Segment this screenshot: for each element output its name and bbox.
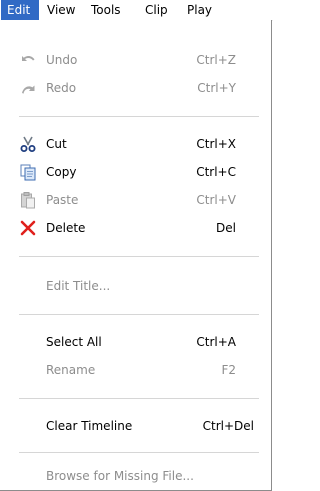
menu-item-delete[interactable]: Delete Del <box>0 216 271 240</box>
browse-missing-label: Browse for Missing File... <box>46 469 194 483</box>
undo-shortcut: Ctrl+Z <box>196 53 236 67</box>
separator <box>19 256 259 257</box>
menubar-view[interactable]: View <box>47 0 75 20</box>
rename-shortcut: F2 <box>221 363 236 377</box>
delete-x-icon <box>19 219 37 237</box>
undo-icon <box>19 51 37 69</box>
edit-dropdown: Undo Ctrl+Z Redo Ctrl+Y Cut Ctrl+X Copy … <box>0 20 272 491</box>
paste-icon <box>19 191 37 209</box>
separator <box>19 116 259 117</box>
menubar-edit[interactable]: Edit <box>1 0 39 20</box>
redo-label: Redo <box>46 81 77 95</box>
separator <box>19 398 259 399</box>
menu-item-cut[interactable]: Cut Ctrl+X <box>0 132 271 156</box>
menubar-play[interactable]: Play <box>187 0 212 20</box>
delete-label: Delete <box>46 221 86 235</box>
rename-label: Rename <box>46 363 96 377</box>
copy-icon <box>19 163 37 181</box>
paste-label: Paste <box>46 193 79 207</box>
cut-shortcut: Ctrl+X <box>196 137 236 151</box>
redo-icon <box>19 79 37 97</box>
menu-item-select-all[interactable]: Select All Ctrl+A <box>0 330 271 354</box>
select-all-label: Select All <box>46 335 102 349</box>
cut-label: Cut <box>46 137 67 151</box>
menu-bar: Edit View Tools Clip Play <box>0 0 273 21</box>
redo-shortcut: Ctrl+Y <box>197 81 236 95</box>
separator <box>19 452 259 453</box>
menu-item-redo[interactable]: Redo Ctrl+Y <box>0 76 271 100</box>
edit-menu-screenshot: Edit View Tools Clip Play Undo Ctrl+Z Re… <box>0 0 273 491</box>
select-all-shortcut: Ctrl+A <box>196 335 236 349</box>
menubar-clip[interactable]: Clip <box>145 0 168 20</box>
menu-item-clear-timeline[interactable]: Clear Timeline Ctrl+Del <box>0 414 271 438</box>
menu-item-browse-missing-file[interactable]: Browse for Missing File... <box>0 464 271 488</box>
copy-shortcut: Ctrl+C <box>196 165 236 179</box>
menu-item-rename[interactable]: Rename F2 <box>0 358 271 382</box>
menu-item-undo[interactable]: Undo Ctrl+Z <box>0 48 271 72</box>
menubar-tools[interactable]: Tools <box>91 0 121 20</box>
delete-shortcut: Del <box>216 221 236 235</box>
undo-label: Undo <box>46 53 78 67</box>
separator <box>19 314 259 315</box>
menu-item-paste[interactable]: Paste Ctrl+V <box>0 188 271 212</box>
scissors-icon <box>19 135 37 153</box>
clear-timeline-shortcut: Ctrl+Del <box>202 419 254 433</box>
menu-item-copy[interactable]: Copy Ctrl+C <box>0 160 271 184</box>
edit-title-label: Edit Title... <box>46 279 111 293</box>
clear-timeline-label: Clear Timeline <box>46 419 133 433</box>
menu-item-edit-title[interactable]: Edit Title... <box>0 274 271 298</box>
copy-label: Copy <box>46 165 77 179</box>
paste-shortcut: Ctrl+V <box>196 193 236 207</box>
